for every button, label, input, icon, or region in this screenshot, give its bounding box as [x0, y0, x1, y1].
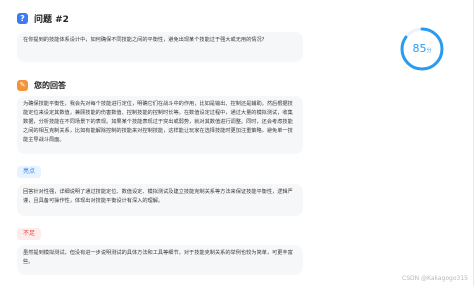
answer-header: ✎ 您的回答: [17, 80, 66, 91]
weaknesses-text: 虽然提到模拟测试，但没有进一步说明测试的具体方法和工具等细节，对于技能克制关系的…: [17, 245, 303, 275]
question-header: ? 问题 #2: [17, 12, 69, 25]
watermark: CSDN @Kakagogo315: [402, 275, 468, 282]
question-text: 在你提到的技能体系设计中，如何确保不同技能之间的平衡性，避免出现某个技能过于强大…: [17, 32, 303, 62]
answer-text: 为确保技能平衡性，我会先对每个技能进行定位，明确它们在战斗中的作用，比如是输出、…: [17, 96, 303, 154]
weaknesses-tag: 不足: [17, 228, 42, 240]
strengths-tag: 亮点: [17, 166, 42, 178]
score-gauge: 85分: [397, 24, 447, 74]
answer-icon: ✎: [17, 80, 28, 91]
strengths-text: 回答针对性强，详细说明了通过技能定位、数值设定、模拟测试及建立技能克制关系等方法…: [17, 184, 303, 216]
answer-title: 您的回答: [34, 81, 66, 90]
question-icon: ?: [17, 13, 28, 24]
question-title: 问题 #2: [34, 15, 69, 25]
score-value: 85分: [412, 42, 432, 55]
